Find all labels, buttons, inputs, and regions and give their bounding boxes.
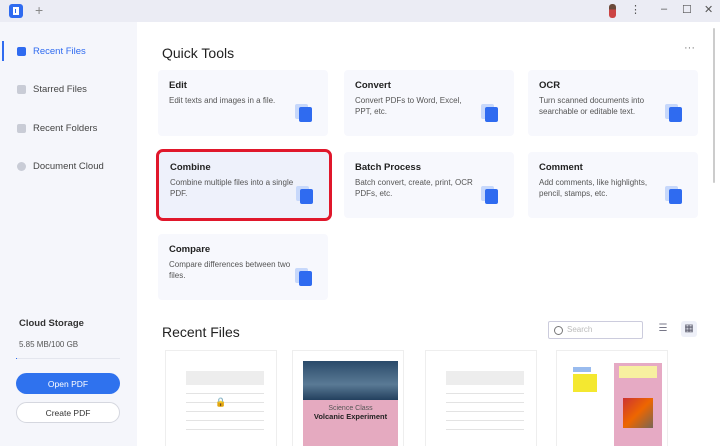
file-thumbnail[interactable]: Science Class Volcanic Experiment bbox=[292, 350, 404, 446]
sidebar-item-starred-files[interactable]: Starred Files bbox=[0, 79, 137, 99]
tool-title: Edit bbox=[169, 80, 187, 91]
poster-page-left bbox=[571, 363, 611, 446]
sidebar-item-label: Recent Folders bbox=[33, 122, 98, 134]
poster-page-right bbox=[614, 363, 662, 446]
menu-button[interactable]: ⋮ bbox=[630, 3, 641, 16]
sidebar-item-label: Starred Files bbox=[33, 83, 87, 95]
tool-title: Combine bbox=[170, 162, 211, 173]
list-view-button[interactable]: ☰ bbox=[655, 321, 671, 337]
new-tab-button[interactable]: + bbox=[35, 2, 43, 18]
comment-icon bbox=[669, 189, 682, 204]
tool-title: Convert bbox=[355, 80, 391, 91]
quick-tools-title: Quick Tools bbox=[162, 45, 235, 61]
tool-desc: Compare differences between two files. bbox=[169, 260, 291, 280]
recent-files-title: Recent Files bbox=[162, 324, 240, 340]
cloud-icon bbox=[17, 161, 26, 171]
user-avatar[interactable] bbox=[609, 4, 616, 18]
tool-desc: Turn scanned documents into searchable o… bbox=[539, 96, 645, 116]
create-pdf-button[interactable]: Create PDF bbox=[16, 402, 120, 423]
lock-icon: 🔒 bbox=[215, 397, 227, 407]
cover-subtitle: Science Class bbox=[328, 405, 373, 412]
recent-files-icon bbox=[17, 46, 26, 56]
star-icon bbox=[17, 84, 26, 94]
tool-card-compare[interactable]: Compare Compare differences between two f… bbox=[158, 234, 328, 300]
cloud-storage-title: Cloud Storage bbox=[19, 318, 84, 329]
tool-title: OCR bbox=[539, 80, 561, 91]
placeholder-lines bbox=[446, 371, 524, 438]
file-thumbnail[interactable] bbox=[556, 350, 668, 446]
storage-progress bbox=[16, 358, 120, 359]
file-thumbnail[interactable]: 🔒 bbox=[165, 350, 277, 446]
tool-card-comment[interactable]: Comment Add comments, like highlights, pe… bbox=[528, 152, 698, 218]
minimize-button[interactable]: – bbox=[661, 3, 667, 15]
scrollbar[interactable] bbox=[713, 28, 715, 183]
title-bar: + ⋮ – ☐ ✕ bbox=[0, 0, 720, 22]
tool-card-combine[interactable]: Combine Combine multiple files into a sin… bbox=[156, 149, 332, 221]
sidebar-item-label: Recent Files bbox=[33, 45, 86, 57]
tool-desc: Convert PDFs to Word, Excel, PPT, etc. bbox=[355, 96, 462, 116]
sidebar-item-recent-folders[interactable]: Recent Folders bbox=[0, 118, 137, 138]
search-input[interactable]: Search bbox=[548, 321, 643, 339]
ocr-icon bbox=[669, 107, 682, 122]
maximize-button[interactable]: ☐ bbox=[682, 3, 692, 16]
sidebar-item-recent-files[interactable]: Recent Files bbox=[0, 41, 137, 61]
open-pdf-button[interactable]: Open PDF bbox=[16, 373, 120, 394]
storage-progress-fill bbox=[16, 358, 18, 359]
tool-desc: Combine multiple files into a single PDF… bbox=[170, 178, 294, 198]
sidebar-item-document-cloud[interactable]: Document Cloud bbox=[0, 156, 137, 176]
tool-desc: Add comments, like highlights, pencil, s… bbox=[539, 178, 648, 198]
tool-desc: Edit texts and images in a file. bbox=[169, 96, 276, 105]
app-logo-icon bbox=[9, 4, 23, 18]
close-button[interactable]: ✕ bbox=[704, 3, 713, 16]
tool-desc: Batch convert, create, print, OCR PDFs, … bbox=[355, 178, 473, 198]
tool-card-convert[interactable]: Convert Convert PDFs to Word, Excel, PPT,… bbox=[344, 70, 514, 136]
edit-icon bbox=[299, 107, 312, 122]
tool-card-ocr[interactable]: OCR Turn scanned documents into searchabl… bbox=[528, 70, 698, 136]
more-options-button[interactable]: ··· bbox=[684, 42, 695, 54]
tool-title: Comment bbox=[539, 162, 583, 173]
cloud-storage-usage: 5.85 MB/100 GB bbox=[19, 340, 79, 349]
file-thumbnail[interactable] bbox=[425, 350, 537, 446]
tool-title: Compare bbox=[169, 244, 211, 255]
cover-image: Science Class Volcanic Experiment bbox=[303, 361, 398, 446]
tool-title: Batch Process bbox=[355, 162, 422, 173]
tool-card-edit[interactable]: Edit Edit texts and images in a file. bbox=[158, 70, 328, 136]
sidebar-item-label: Document Cloud bbox=[33, 160, 104, 172]
combine-icon bbox=[300, 189, 313, 204]
folder-icon bbox=[17, 123, 26, 133]
grid-view-button[interactable]: ▦ bbox=[681, 321, 697, 337]
convert-icon bbox=[485, 107, 498, 122]
tool-card-batch-process[interactable]: Batch Process Batch convert, create, prin… bbox=[344, 152, 514, 218]
cover-title: Volcanic Experiment bbox=[313, 412, 388, 421]
compare-icon bbox=[299, 271, 312, 286]
batch-process-icon bbox=[485, 189, 498, 204]
